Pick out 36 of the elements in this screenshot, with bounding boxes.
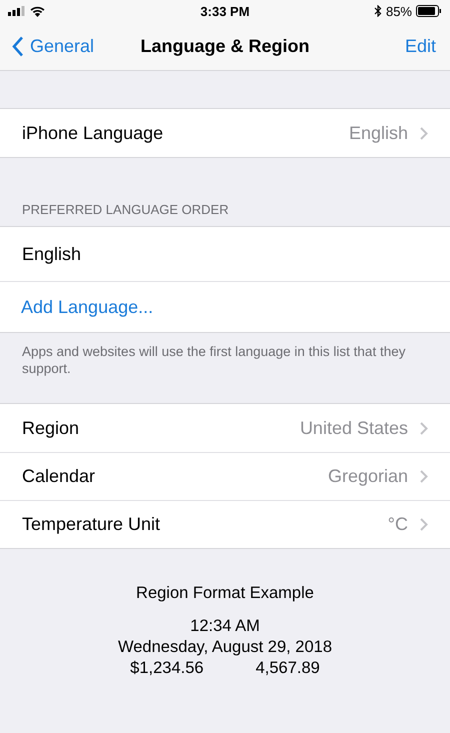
bluetooth-icon [374,5,382,17]
example-time: 12:34 AM [190,616,260,637]
settings-row[interactable]: iPhone Language English [0,109,450,157]
battery-icon [416,5,442,17]
chevron-right-icon [420,470,428,483]
settings-row[interactable]: Calendar Gregorian [0,452,450,500]
battery-percent: 85% [386,4,412,18]
edit-button[interactable]: Edit [404,36,436,56]
language-row[interactable]: English [0,227,450,281]
wifi-icon [30,6,45,16]
screen-title: Language & Region [140,36,310,56]
example-date: Wednesday, August 29, 2018 [118,637,332,658]
status-time: 3:33 PM [200,4,250,18]
add-language-link[interactable]: Add Language... [0,281,450,332]
row-value: United States [300,418,408,438]
settings-row[interactable]: Temperature Unit °C [0,500,450,548]
chevron-right-icon [420,422,428,434]
chevron-right-icon [420,126,428,140]
chevron-right-icon [420,518,428,531]
example-number: 4,567.89 [256,658,320,679]
row-value: Gregorian [328,466,408,487]
row-label: Calendar [22,466,96,487]
row-label: Temperature Unit [22,514,162,535]
row-label: English [22,244,82,264]
row-label: iPhone Language [22,122,164,144]
example-title: Region Format Example [136,583,314,604]
section-header: PREFERRED LANGUAGE ORDER [22,202,229,217]
back-button[interactable]: General [12,36,94,56]
signal-icon [8,6,26,16]
example-currency: $1,234.56 [130,658,204,679]
row-value: English [348,122,408,144]
row-value: °C [388,514,408,535]
settings-row[interactable]: Region United States [0,404,450,452]
chevron-left-icon [12,36,24,56]
section-footer: Apps and websites will use the first language in this list that they support. [22,344,406,376]
row-label: Region [22,418,80,438]
